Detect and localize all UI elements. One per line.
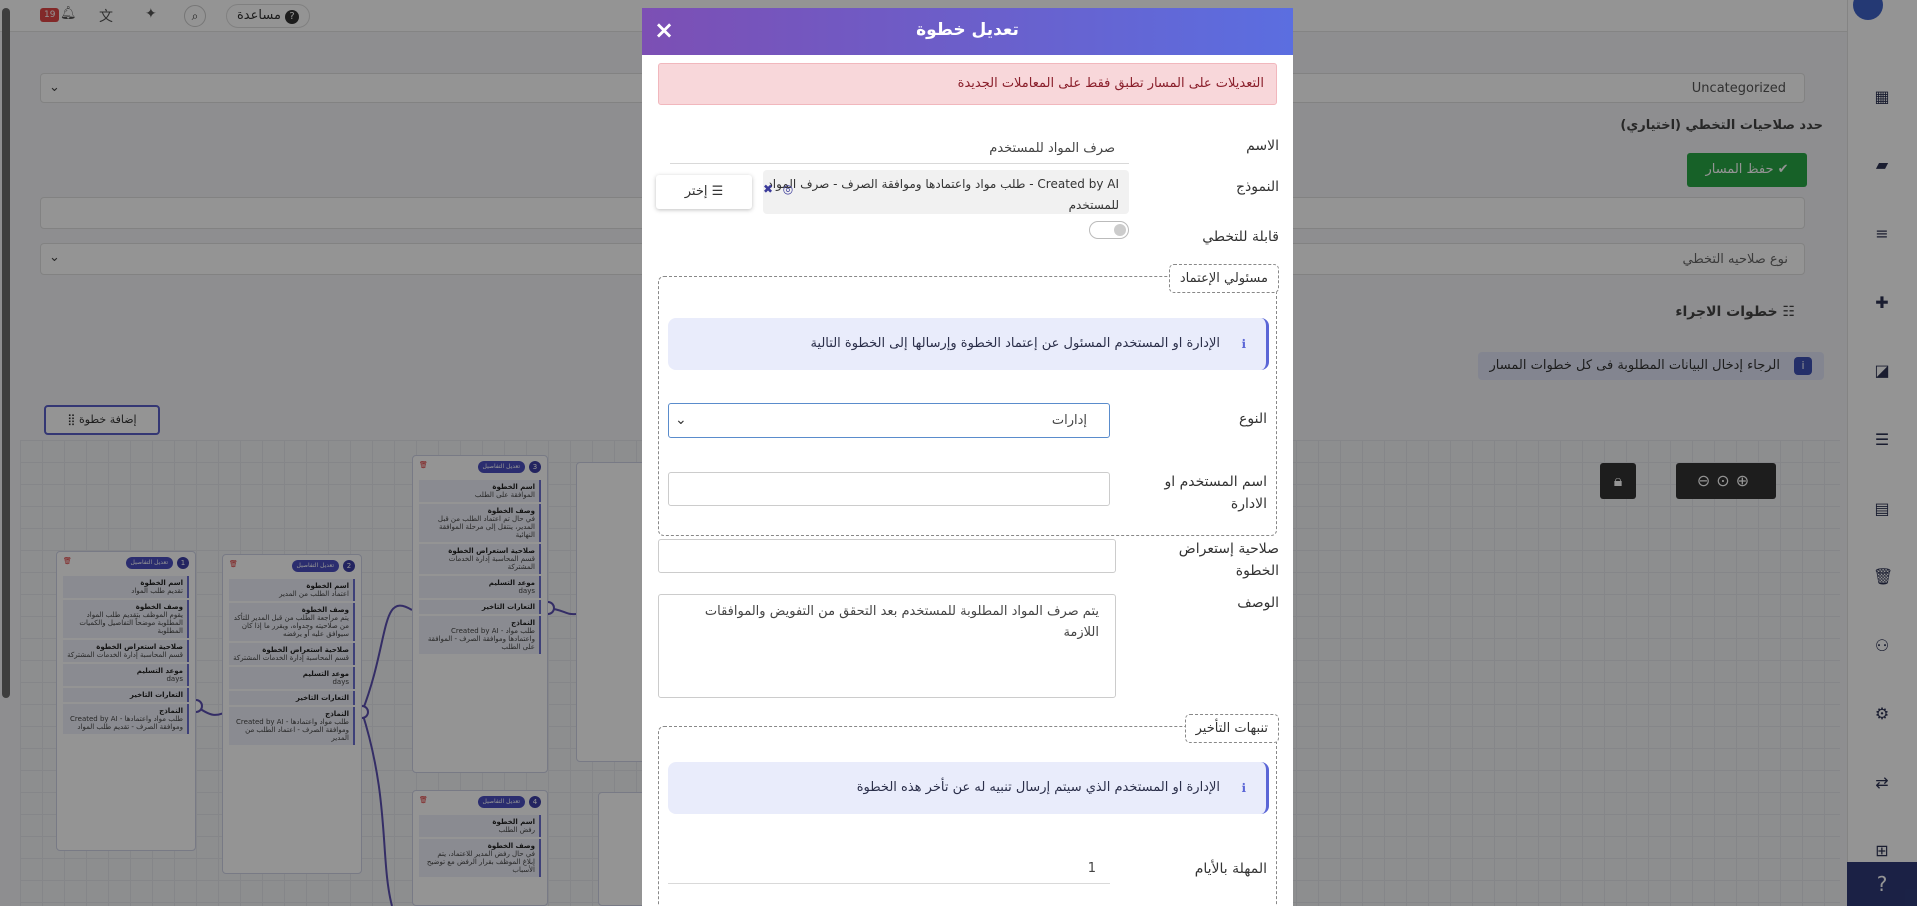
- days-input[interactable]: 1: [668, 854, 1110, 884]
- list-icon: ☰: [711, 184, 724, 199]
- delay-alerts-info-text: الإدارة او المستخدم الذي سيتم إرسال تنبي…: [856, 780, 1220, 795]
- modal-header: تعديل خطوة ×: [642, 8, 1293, 55]
- user-or-dept-label: اسم المستخدم او الادارة: [1164, 474, 1267, 512]
- info-icon: ℹ: [1241, 781, 1246, 795]
- view-permission-label: صلاحية إستعراض الخطوة: [1178, 541, 1279, 579]
- delay-alerts-legend: تنبهات التأخير: [1184, 714, 1279, 743]
- check-circle-icon: ◎: [782, 182, 794, 196]
- model-label: النموذج: [1236, 179, 1279, 195]
- skippable-toggle[interactable]: [1089, 221, 1129, 239]
- approvers-info: ℹ الإدارة او المستخدم المسئول عن إعتماد …: [668, 318, 1269, 370]
- modal-title: تعديل خطوة: [916, 20, 1019, 40]
- days-label: المهلة بالأيام: [1194, 861, 1267, 877]
- model-selected-value: Created by AI - طلب مواد واعتمادها ومواف…: [763, 170, 1129, 214]
- type-label: النوع: [1239, 411, 1267, 427]
- chevron-down-icon: ⌄: [675, 412, 687, 428]
- type-value: إدارات: [1051, 413, 1087, 428]
- approvers-info-text: الإدارة او المستخدم المسئول عن إعتماد ال…: [810, 336, 1220, 351]
- choose-button[interactable]: ☰ إختر: [656, 175, 752, 209]
- edit-step-modal: تعديل خطوة × التعديلات على المسار تطبق ف…: [642, 8, 1293, 906]
- delay-alerts-info: ℹ الإدارة او المستخدم الذي سيتم إرسال تن…: [668, 762, 1269, 814]
- type-select[interactable]: إدارات ⌄: [668, 403, 1110, 438]
- description-label: الوصف: [1237, 595, 1279, 611]
- close-icon[interactable]: ×: [654, 16, 674, 44]
- warning-alert: التعديلات على المسار تطبق فقط على المعام…: [658, 63, 1277, 105]
- skippable-label: قابلة للتخطي: [1202, 229, 1279, 245]
- name-label: الاسم: [1246, 138, 1279, 154]
- choose-label: إختر: [684, 184, 708, 199]
- name-input[interactable]: صرف المواد للمستخدم: [670, 134, 1129, 164]
- user-or-dept-input[interactable]: [668, 472, 1110, 506]
- view-permission-input[interactable]: [658, 539, 1116, 573]
- approvers-legend: مسئولي الإعتماد: [1168, 264, 1279, 293]
- remove-icon[interactable]: ✖: [760, 182, 776, 198]
- description-textarea[interactable]: يتم صرف المواد المطلوبة للمستخدم بعد الت…: [658, 594, 1116, 698]
- info-icon: ℹ: [1241, 337, 1246, 351]
